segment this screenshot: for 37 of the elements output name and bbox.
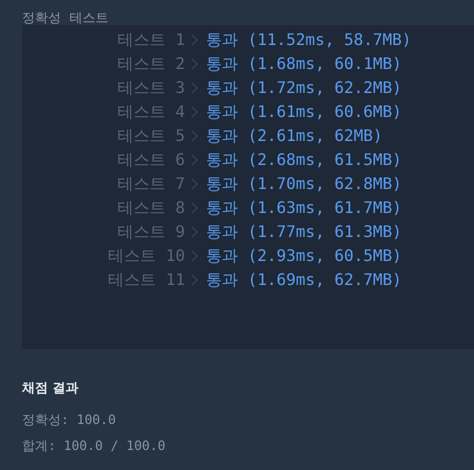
test-result: 통과 (2.61ms, 62MB)	[206, 126, 382, 146]
chevron-icon	[191, 154, 198, 166]
test-result: 통과 (1.61ms, 60.6MB)	[206, 102, 402, 122]
test-result: 통과 (1.72ms, 62.2MB)	[206, 78, 402, 98]
chevron-icon	[191, 250, 198, 262]
test-label: 테스트 2	[116, 54, 185, 74]
summary-title: 채점 결과	[22, 380, 80, 397]
chevron-icon	[191, 82, 198, 94]
chevron-icon	[191, 106, 198, 118]
chevron-icon	[191, 274, 198, 286]
chevron-icon	[191, 226, 198, 238]
test-label: 테스트 8	[116, 198, 185, 218]
test-result: 통과 (2.68ms, 61.5MB)	[206, 150, 402, 170]
test-result: 통과 (1.77ms, 61.3MB)	[206, 222, 402, 242]
test-label: 테스트 1	[116, 30, 185, 50]
chevron-icon	[191, 202, 198, 214]
test-label: 테스트 9	[116, 222, 185, 242]
chevron-icon	[191, 58, 198, 70]
test-label: 테스트 4	[116, 102, 185, 122]
test-label: 테스트 10	[107, 246, 185, 266]
test-label: 테스트 11	[107, 270, 185, 290]
chevron-icon	[191, 178, 198, 190]
chevron-icon	[191, 130, 198, 142]
summary-line: 합계: 100.0 / 100.0	[22, 438, 166, 456]
test-label: 테스트 5	[116, 126, 185, 146]
test-result: 통과 (1.70ms, 62.8MB)	[206, 174, 402, 194]
test-label: 테스트 7	[116, 174, 185, 194]
chevron-icon	[191, 34, 198, 46]
test-result: 통과 (11.52ms, 58.7MB)	[206, 30, 412, 50]
summary-line: 정확성: 100.0	[22, 412, 117, 430]
test-result: 통과 (1.69ms, 62.7MB)	[206, 270, 402, 290]
test-label: 테스트 6	[116, 150, 185, 170]
section-title: 정확성 테스트	[21, 10, 110, 25]
test-result: 통과 (2.93ms, 60.5MB)	[206, 246, 402, 266]
test-result: 통과 (1.68ms, 60.1MB)	[206, 54, 402, 74]
test-label: 테스트 3	[116, 78, 185, 98]
test-result: 통과 (1.63ms, 61.7MB)	[206, 198, 402, 218]
